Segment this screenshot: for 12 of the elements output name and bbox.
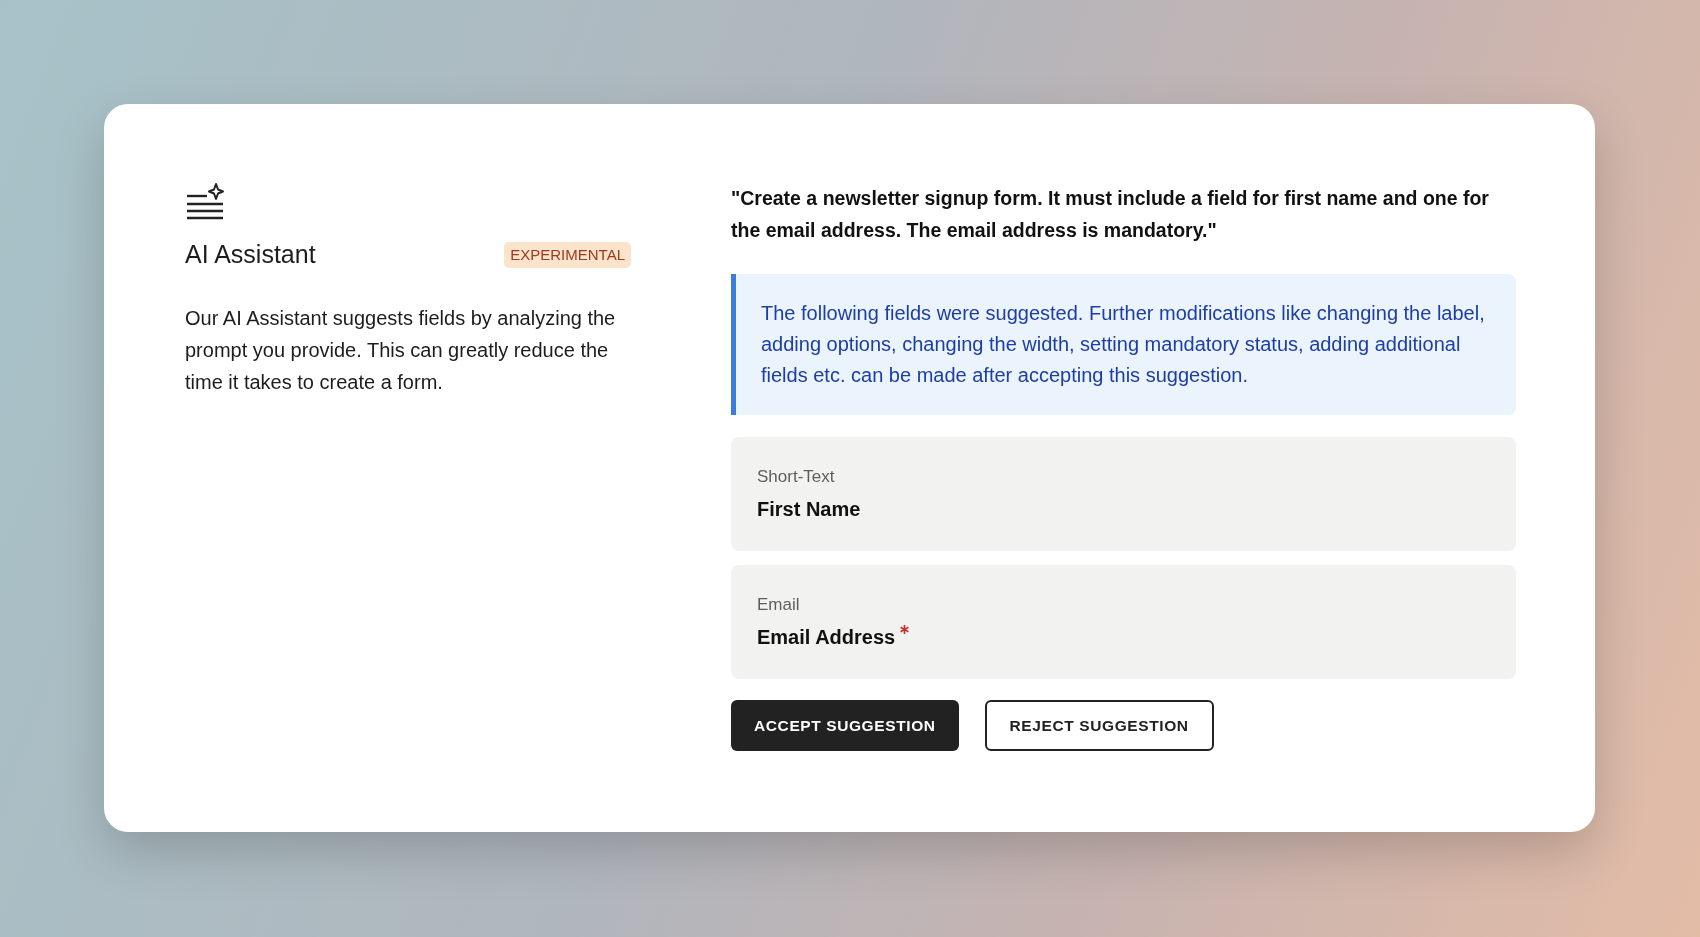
field-label: Email Address	[757, 624, 896, 650]
accept-button[interactable]: ACCEPT SUGGESTION	[731, 700, 959, 751]
experimental-badge: EXPERIMENTAL	[504, 241, 631, 268]
sparkle-list-icon	[185, 182, 225, 222]
assistant-title: AI Assistant	[185, 239, 316, 270]
notice-text: The following fields were suggested. Further modifications like changing the label, adding options, changing the width, setting mandatory status, adding additional fields etc. can be made after accepting this suggestion.	[761, 301, 1486, 388]
reject-button[interactable]: REJECT SUGGESTION	[984, 700, 1214, 751]
field-type: Email	[757, 594, 800, 617]
field-type: Short-Text	[757, 466, 835, 489]
field-label: First Name	[757, 496, 861, 522]
assistant-description: Our AI Assistant suggests fields by analyzing the prompt you provide. This can greatly reduce the time it takes to create a form.	[185, 305, 617, 395]
prompt-text: "Create a newsletter signup form. It must include a field for first name and one for the email address. The email address is mandatory."	[731, 186, 1490, 243]
